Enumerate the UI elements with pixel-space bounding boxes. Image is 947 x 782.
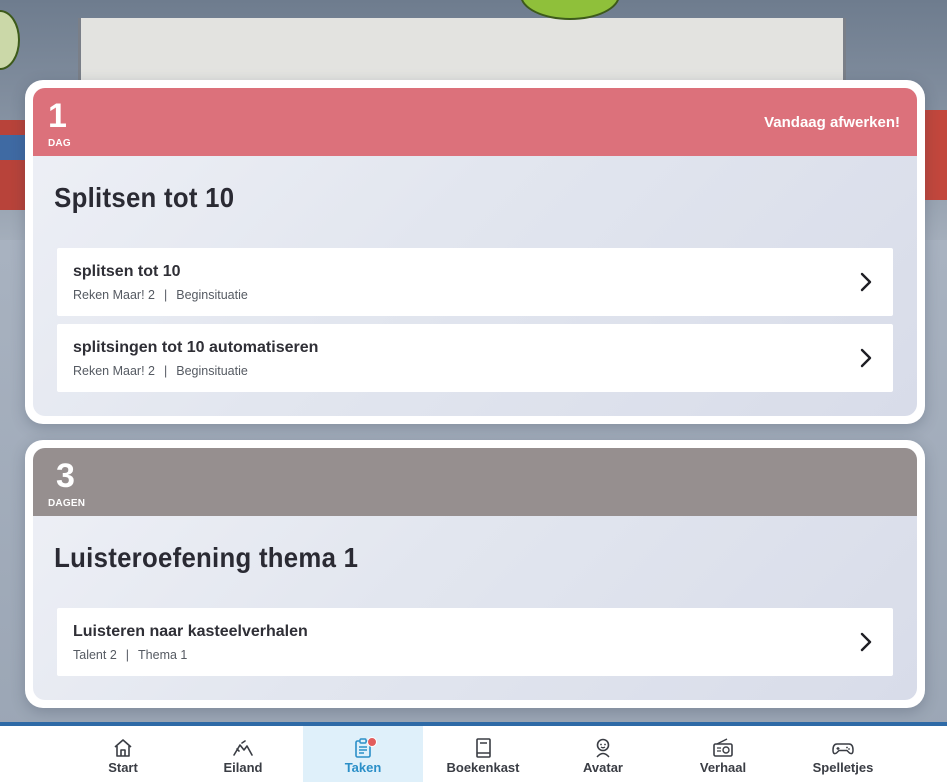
task-title: Luisteren naar kasteelverhalen <box>73 623 308 640</box>
task-meta: Reken Maar! 2 | Beginsituatie <box>73 364 248 378</box>
days-unit-label: DAG <box>48 138 71 149</box>
gamepad-icon <box>832 743 854 755</box>
nav-item-boekenkast[interactable]: Boekenkast <box>423 726 543 782</box>
home-icon <box>114 739 132 757</box>
task-meta: Talent 2 | Thema 1 <box>73 648 187 662</box>
mountain-icon <box>233 740 253 756</box>
task-title: splitsen tot 10 <box>73 263 181 280</box>
assignment-card: 1 DAG Vandaag afwerken! Splitsen tot 10 … <box>25 80 925 424</box>
chevron-right-icon <box>860 632 872 652</box>
nav-item-verhaal[interactable]: Verhaal <box>663 726 783 782</box>
nav-label: Taken <box>344 760 382 775</box>
nav-label: Eiland <box>223 760 263 775</box>
nav-label: Spelletjes <box>812 760 874 775</box>
task-section: Thema 1 <box>138 648 188 662</box>
task-meta: Reken Maar! 2 | Beginsituatie <box>73 288 248 302</box>
task-item[interactable]: splitsen tot 10 Reken Maar! 2 | Beginsitua… <box>57 248 893 316</box>
task-section: Beginsituatie <box>176 364 248 378</box>
bottom-nav: Start Eiland Taken Boekenkast Avatar Ver… <box>0 722 947 782</box>
task-title: splitsingen tot 10 automatiseren <box>73 339 319 356</box>
days-unit-label: DAGEN <box>48 498 86 509</box>
task-item[interactable]: Luisteren naar kasteelverhalen Talent 2 |… <box>57 608 893 676</box>
assignment-title: Luisteroefening thema 1 <box>54 542 359 573</box>
assignment-title: Splitsen tot 10 <box>54 182 235 213</box>
nav-label: Avatar <box>583 760 623 775</box>
meta-separator: | <box>125 648 130 662</box>
task-item[interactable]: splitsingen tot 10 automatiseren Reken M… <box>57 324 893 392</box>
task-method: Reken Maar! 2 <box>73 288 155 302</box>
assignment-header: 3 DAGEN <box>33 448 917 516</box>
meta-separator: | <box>163 288 168 302</box>
assignment-header: 1 DAG Vandaag afwerken! <box>33 88 917 156</box>
book-icon <box>476 738 491 758</box>
assignment-card: 3 DAGEN Luisteroefening thema 1 Luistere… <box>25 440 925 708</box>
nav-label: Start <box>108 760 138 775</box>
chevron-right-icon <box>860 348 872 368</box>
nav-item-avatar[interactable]: Avatar <box>543 726 663 782</box>
nav-label: Verhaal <box>699 760 747 775</box>
avatar-icon <box>596 738 610 758</box>
nav-item-spelletjes[interactable]: Spelletjes <box>783 726 903 782</box>
task-section: Beginsituatie <box>176 288 248 302</box>
deadline-label: Vandaag afwerken! <box>764 114 900 131</box>
nav-item-start[interactable]: Start <box>63 726 183 782</box>
days-remaining: 3 <box>56 457 75 495</box>
meta-separator: | <box>163 364 168 378</box>
notification-dot <box>367 737 377 747</box>
nav-item-eiland[interactable]: Eiland <box>183 726 303 782</box>
task-method: Reken Maar! 2 <box>73 364 155 378</box>
nav-label: Boekenkast <box>446 760 520 775</box>
days-remaining: 1 <box>48 97 67 135</box>
radio-icon <box>713 738 733 757</box>
chevron-right-icon <box>860 272 872 292</box>
task-method: Talent 2 <box>73 648 117 662</box>
nav-item-taken[interactable]: Taken <box>303 726 423 782</box>
